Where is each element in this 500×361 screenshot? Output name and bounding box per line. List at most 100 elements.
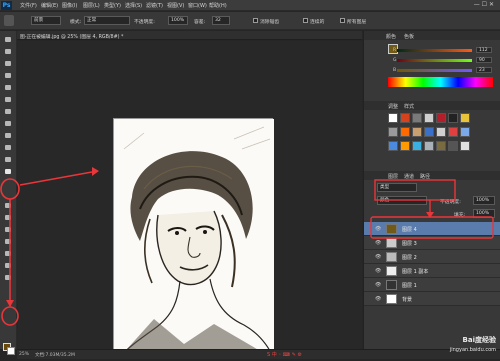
all-layers-checkbox[interactable] (340, 18, 345, 23)
style-swatch[interactable] (460, 127, 470, 137)
tab-channels[interactable]: 通道 (404, 173, 414, 180)
type-tool-icon[interactable] (3, 225, 13, 234)
b-value-input[interactable]: 23 (476, 67, 492, 73)
move-tool-icon[interactable] (3, 35, 13, 44)
fill-source-select[interactable]: 前景 (31, 16, 61, 25)
color-spectrum-bar[interactable] (388, 77, 493, 87)
style-swatch[interactable] (448, 141, 458, 151)
antialias-checkbox[interactable] (253, 18, 258, 23)
style-swatch[interactable] (400, 141, 410, 151)
contiguous-checkbox[interactable] (303, 18, 308, 23)
style-swatch[interactable] (436, 141, 446, 151)
tolerance-input[interactable]: 32 (212, 16, 230, 25)
document-canvas[interactable] (113, 118, 275, 360)
style-swatch[interactable] (388, 127, 398, 137)
background-color-swatch[interactable] (7, 347, 15, 355)
layer-row[interactable]: 👁 图层 2 (364, 250, 500, 264)
style-swatch[interactable] (436, 113, 446, 123)
style-swatch[interactable] (424, 141, 434, 151)
baidu-watermark: Bai度经验 (462, 336, 496, 344)
r-value-input[interactable]: 112 (476, 47, 492, 53)
b-slider[interactable] (397, 69, 472, 72)
menu-filter[interactable]: 滤镜(T) (146, 2, 163, 9)
mode-select[interactable]: 正常 (84, 16, 130, 25)
visibility-eye-icon[interactable]: 👁 (375, 240, 381, 246)
style-swatch[interactable] (448, 113, 458, 123)
brush-tool-icon[interactable] (3, 119, 13, 128)
zoom-level[interactable]: 25% (19, 352, 29, 357)
layer-row[interactable]: 👁 图层 4 (364, 222, 500, 236)
hand-tool-icon[interactable] (3, 261, 13, 270)
visibility-eye-icon[interactable]: 👁 (375, 254, 381, 260)
menu-view[interactable]: 视图(V) (167, 2, 184, 9)
style-swatch[interactable] (400, 113, 410, 123)
lasso-tool-icon[interactable] (3, 59, 13, 68)
menu-edit[interactable]: 编辑(E) (41, 2, 58, 9)
layer-row[interactable]: 👁 图层 1 (364, 278, 500, 292)
style-swatch[interactable] (460, 113, 470, 123)
eraser-tool-icon[interactable] (3, 155, 13, 164)
r-slider[interactable] (397, 49, 472, 52)
document-tab[interactable]: 图-正在被编辑.jpg @ 25% (图层 4, RGB/8#) * (17, 31, 362, 40)
menu-window[interactable]: 窗口(W) (188, 2, 207, 9)
canvas-area[interactable] (18, 41, 362, 360)
marquee-tool-icon[interactable] (3, 47, 13, 56)
paint-bucket-tool-icon[interactable] (4, 15, 14, 26)
dodge-tool-icon[interactable] (3, 201, 13, 210)
layer-kind-filter[interactable]: 类型 (377, 183, 417, 192)
healing-brush-tool-icon[interactable] (3, 107, 13, 116)
style-swatch[interactable] (412, 127, 422, 137)
menu-layer[interactable]: 图层(L) (83, 2, 100, 9)
ime-toolbar[interactable]: S 中 ◦ ⌨ ✎ ⚙ (267, 351, 337, 359)
tab-layers[interactable]: 图层 (388, 173, 398, 180)
eyedropper-tool-icon[interactable] (3, 95, 13, 104)
visibility-eye-icon[interactable]: 👁 (375, 226, 381, 232)
menu-help[interactable]: 帮助(H) (209, 2, 227, 9)
opacity-label: 不透明度: (134, 20, 155, 25)
tab-paths[interactable]: 路径 (420, 173, 430, 180)
layer-row[interactable]: 👁 图层 1 副本 (364, 264, 500, 278)
g-value-input[interactable]: 90 (476, 57, 492, 63)
menu-select[interactable]: 选择(S) (125, 2, 142, 9)
r-channel-label: R (393, 48, 397, 53)
visibility-eye-icon[interactable]: 👁 (375, 296, 381, 302)
style-none-swatch[interactable] (388, 113, 398, 123)
g-slider[interactable] (397, 59, 472, 62)
blend-mode-select[interactable]: 颜色 (377, 196, 427, 205)
history-brush-tool-icon[interactable] (3, 143, 13, 152)
g-channel-label: G (393, 58, 397, 63)
style-swatch[interactable] (388, 141, 398, 151)
layer-row[interactable]: 👁 图层 3 (364, 236, 500, 250)
layer-row[interactable]: 👁 背景 (364, 292, 500, 306)
layer-opacity-input[interactable]: 100% (473, 196, 495, 205)
pen-tool-icon[interactable] (3, 213, 13, 222)
menu-image[interactable]: 图像(I) (62, 2, 77, 9)
style-swatch[interactable] (424, 113, 434, 123)
style-swatch[interactable] (448, 127, 458, 137)
visibility-eye-icon[interactable]: 👁 (375, 268, 381, 274)
paint-bucket-tool-icon[interactable] (3, 167, 13, 176)
crop-tool-icon[interactable] (3, 83, 13, 92)
opacity-input[interactable]: 100% (168, 16, 188, 25)
style-swatch[interactable] (436, 127, 446, 137)
visibility-eye-icon[interactable]: 👁 (375, 282, 381, 288)
style-swatch[interactable] (400, 127, 410, 137)
layers-panel-header: 图层 通道 路径 (364, 171, 500, 180)
menu-type[interactable]: 类型(Y) (104, 2, 121, 9)
stamp-tool-icon[interactable] (3, 131, 13, 140)
layer-fill-input[interactable]: 100% (473, 209, 495, 218)
tab-adjustments[interactable]: 调整 (388, 103, 398, 110)
menu-file[interactable]: 文件(F) (20, 2, 37, 9)
style-swatch[interactable] (412, 113, 422, 123)
shape-tool-icon[interactable] (3, 249, 13, 258)
quick-select-tool-icon[interactable] (3, 71, 13, 80)
path-select-tool-icon[interactable] (3, 237, 13, 246)
zoom-tool-icon[interactable] (3, 273, 13, 282)
tab-color[interactable]: 颜色 (386, 33, 396, 40)
style-swatch[interactable] (424, 127, 434, 137)
window-controls-icon[interactable]: — ☐ ✕ (474, 1, 494, 8)
tab-swatches[interactable]: 色板 (404, 33, 414, 40)
tab-styles[interactable]: 样式 (404, 103, 414, 110)
style-swatch[interactable] (460, 141, 470, 151)
style-swatch[interactable] (412, 141, 422, 151)
